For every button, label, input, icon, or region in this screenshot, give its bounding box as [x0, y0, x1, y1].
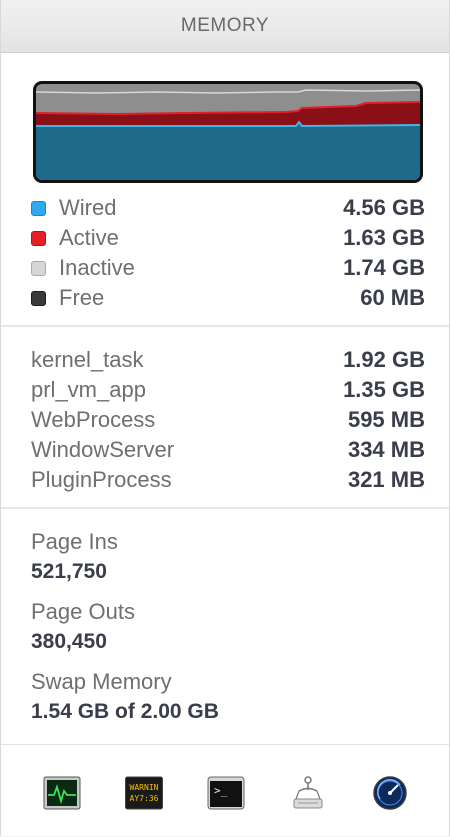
memory-row-label: Free	[59, 285, 105, 310]
activity-monitor-icon	[43, 776, 81, 810]
page-outs-label: Page Outs	[31, 599, 135, 624]
page-ins-label: Page Ins	[31, 529, 118, 554]
active-swatch	[31, 230, 46, 246]
network-utility-button[interactable]	[371, 775, 409, 811]
process-row[interactable]: kernel_task 1.92 GB	[31, 345, 425, 375]
memory-panel: MEMORY Wired 4.56 GB Active 1.63 GB Inac…	[0, 0, 450, 836]
section-divider	[1, 507, 449, 509]
process-row[interactable]: WindowServer 334 MB	[31, 435, 425, 465]
process-memory: 595 MB	[347, 407, 425, 432]
process-row[interactable]: WebProcess 595 MB	[31, 405, 425, 435]
memory-row-wired: Wired 4.56 GB	[31, 193, 425, 223]
swap-memory-label: Swap Memory	[31, 669, 172, 694]
memory-row-inactive: Inactive 1.74 GB	[31, 253, 425, 283]
memory-row-value: 1.74 GB	[343, 255, 425, 280]
disk-utility-button[interactable]	[289, 775, 327, 811]
svg-text:WARNIN: WARNIN	[130, 783, 159, 792]
process-memory: 1.35 GB	[343, 377, 425, 402]
memory-row-active: Active 1.63 GB	[31, 223, 425, 253]
free-swatch	[31, 290, 46, 306]
svg-text:AY7:36: AY7:36	[130, 794, 159, 803]
terminal-button[interactable]: >_	[207, 775, 245, 811]
svg-text:>_: >_	[214, 784, 228, 797]
process-name: kernel_task	[31, 347, 144, 372]
memory-row-label: Wired	[59, 195, 117, 220]
section-divider	[1, 325, 449, 327]
activity-monitor-button[interactable]	[43, 775, 81, 811]
page-outs-value: 380,450	[31, 630, 107, 653]
process-memory: 334 MB	[347, 437, 425, 462]
memory-row-value: 4.56 GB	[343, 195, 425, 220]
app-shortcuts-toolbar: WARNIN AY7:36 >_	[1, 744, 449, 837]
memory-graph-svg	[36, 84, 420, 180]
memory-row-free: Free 60 MB	[31, 283, 425, 313]
network-utility-icon	[373, 776, 407, 810]
memory-row-label: Active	[59, 225, 119, 250]
process-name: PluginProcess	[31, 467, 172, 492]
wired-swatch	[31, 200, 46, 216]
process-memory: 321 MB	[347, 467, 425, 492]
disk-utility-icon	[293, 776, 323, 809]
memory-usage-graph	[33, 81, 423, 183]
panel-title: MEMORY	[180, 15, 270, 36]
process-row[interactable]: prl_vm_app 1.35 GB	[31, 375, 425, 405]
console-icon: WARNIN AY7:36	[125, 776, 163, 810]
memory-row-label: Inactive	[59, 255, 135, 280]
panel-header: MEMORY	[1, 0, 449, 53]
process-name: WebProcess	[31, 407, 156, 432]
terminal-icon: >_	[207, 776, 245, 810]
inactive-swatch	[31, 260, 46, 276]
process-name: WindowServer	[31, 437, 175, 462]
memory-row-value: 60 MB	[360, 285, 425, 310]
page-ins-value: 521,750	[31, 560, 107, 583]
process-row[interactable]: PluginProcess 321 MB	[31, 465, 425, 495]
console-button[interactable]: WARNIN AY7:36	[125, 775, 163, 811]
process-name: prl_vm_app	[31, 377, 146, 402]
graph-wired-area	[36, 122, 420, 180]
swap-memory-value: 1.54 GB of 2.00 GB	[31, 700, 219, 723]
process-memory: 1.92 GB	[343, 347, 425, 372]
memory-row-value: 1.63 GB	[343, 225, 425, 250]
